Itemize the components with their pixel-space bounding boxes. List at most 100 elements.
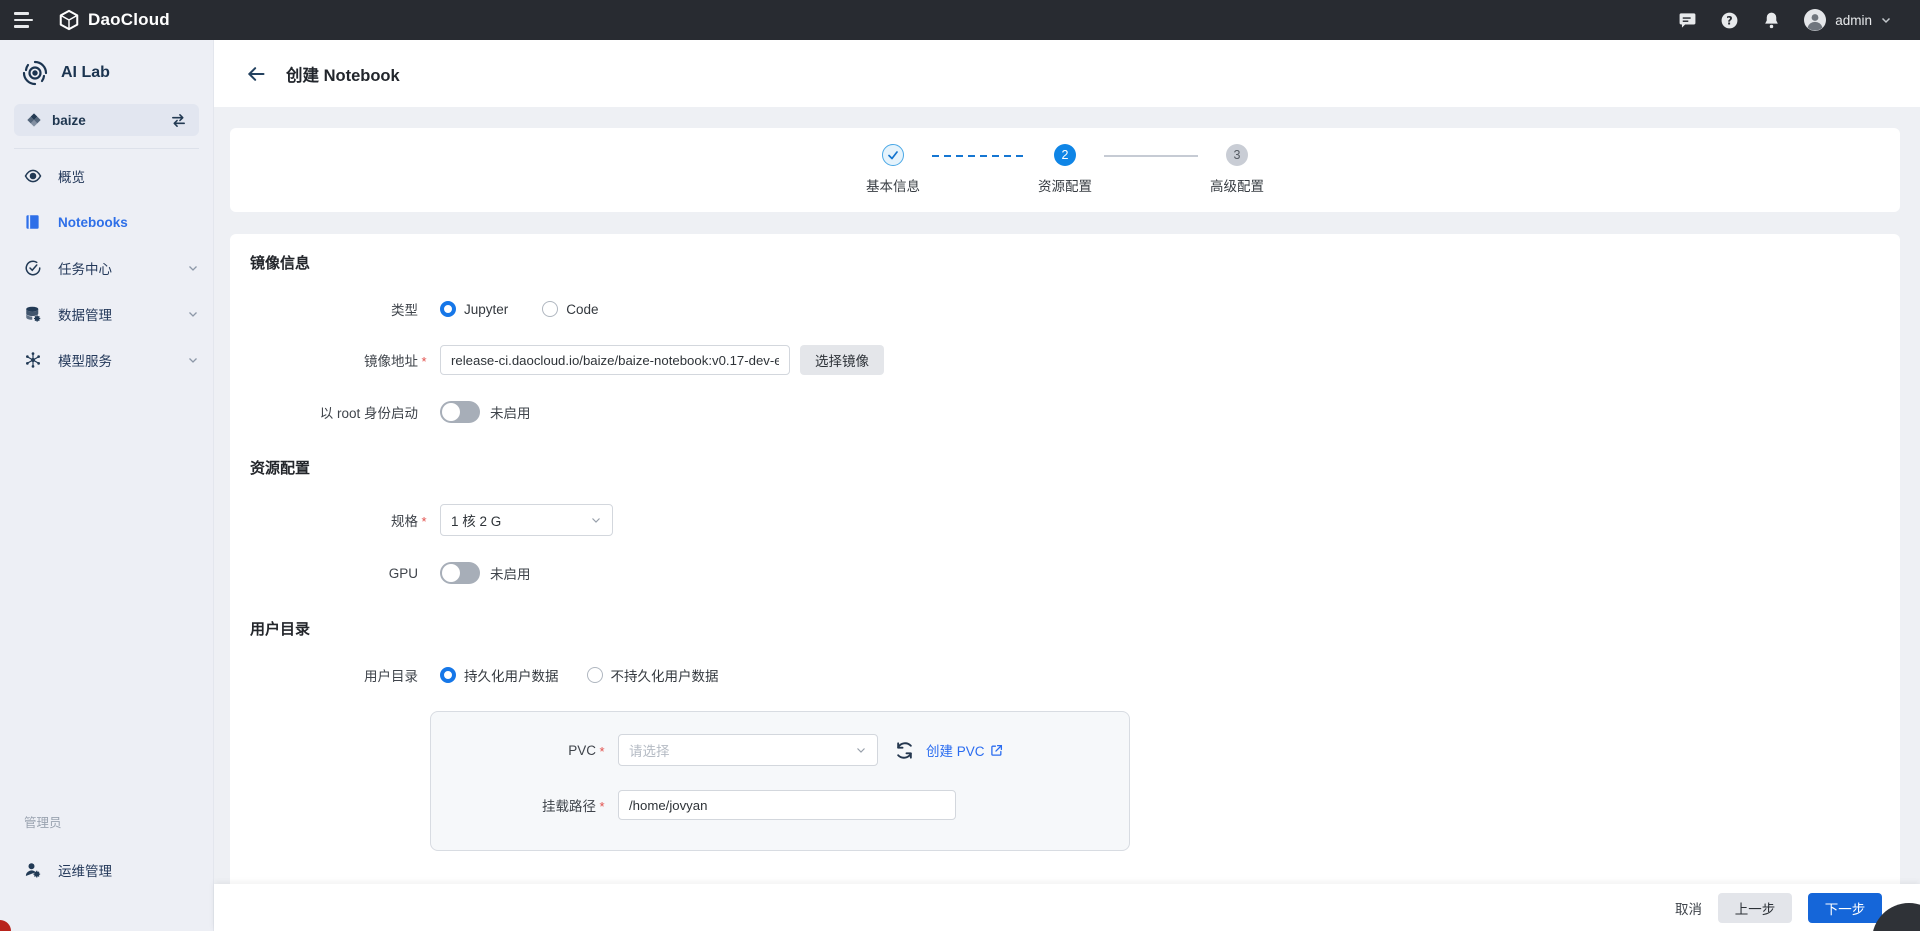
page-header: 创建 Notebook	[214, 40, 1920, 107]
sidebar-item-task-center[interactable]: 任务中心	[0, 245, 213, 291]
footer-action-bar: 取消 上一步 下一步	[214, 884, 1920, 931]
product-name: AI Lab	[61, 64, 110, 82]
radio-jupyter-label[interactable]: Jupyter	[464, 302, 508, 317]
radio-no-persist-data[interactable]	[587, 667, 603, 683]
sidebar-item-ops-management[interactable]: 运维管理	[0, 847, 213, 893]
sidebar-item-data-management[interactable]: 数据管理	[0, 291, 213, 337]
product-header: AI Lab	[0, 40, 213, 104]
step-number: 2	[1054, 144, 1076, 166]
switch-workspace-icon[interactable]	[170, 112, 187, 129]
sidebar-item-notebooks[interactable]: Notebooks	[0, 199, 213, 245]
sidebar-item-label: Notebooks	[58, 215, 199, 230]
daocloud-cube-icon	[58, 9, 80, 31]
radio-persist-data[interactable]	[440, 667, 456, 683]
scroll-area[interactable]: 基本信息 2 资源配置 3 高级配置 镜像信息 类型 *	[214, 107, 1920, 884]
step-label: 基本信息	[866, 175, 920, 195]
create-pvc-link-label: 创建 PVC	[926, 740, 985, 760]
model-nodes-icon	[24, 351, 42, 369]
pvc-select[interactable]: 请选择	[618, 734, 878, 766]
page-title: 创建 Notebook	[286, 62, 400, 86]
gpu-toggle-status: 未启用	[490, 563, 531, 583]
pvc-label: PVC	[431, 743, 596, 758]
admin-section-label: 管理员	[0, 812, 213, 831]
back-arrow-icon[interactable]	[244, 62, 268, 86]
section-title-image-info: 镜像信息	[250, 252, 1880, 273]
image-address-row: 镜像地址 * 选择镜像	[250, 345, 1880, 375]
avatar-icon	[1803, 8, 1827, 32]
help-icon[interactable]: ?	[1719, 10, 1739, 30]
admin-person-gear-icon	[24, 861, 42, 879]
notebook-form-card: 镜像信息 类型 * Jupyter Code 镜像地址 * 选择镜像	[230, 234, 1900, 884]
refresh-pvc-icon[interactable]	[894, 740, 914, 760]
image-address-input[interactable]	[440, 345, 790, 375]
svg-text:?: ?	[1726, 14, 1732, 27]
root-toggle[interactable]	[440, 401, 480, 423]
sidebar: AI Lab baize 概览 Notebooks 任务中心	[0, 40, 214, 931]
user-directory-row: 用户目录 * 持久化用户数据 不持久化用户数据	[250, 665, 1880, 685]
previous-step-button[interactable]: 上一步	[1718, 893, 1792, 923]
notebook-book-icon	[24, 213, 42, 231]
chevron-down-icon	[855, 744, 867, 756]
workspace-name: baize	[52, 113, 86, 128]
mount-path-label: 挂载路径	[431, 795, 596, 815]
root-toggle-status: 未启用	[490, 402, 531, 422]
notification-bell-icon[interactable]	[1761, 10, 1781, 30]
user-menu[interactable]: admin	[1803, 8, 1892, 32]
chevron-down-icon	[1880, 14, 1892, 26]
database-gear-icon	[24, 305, 42, 323]
section-title-resource-config: 资源配置	[250, 457, 1880, 478]
brand-name: DaoCloud	[88, 10, 170, 30]
radio-code[interactable]	[542, 301, 558, 317]
sidebar-item-label: 概览	[58, 166, 199, 186]
ai-lab-icon	[22, 60, 48, 86]
sidebar-item-model-services[interactable]: 模型服务	[0, 337, 213, 383]
cancel-button[interactable]: 取消	[1675, 898, 1702, 918]
pvc-panel: PVC * 请选择	[430, 711, 1130, 851]
menu-toggle-icon[interactable]	[0, 0, 40, 40]
eye-icon	[24, 167, 42, 185]
gpu-row: GPU * 未启用	[250, 562, 1880, 584]
type-row: 类型 * Jupyter Code	[250, 299, 1880, 319]
image-address-label: 镜像地址	[250, 350, 418, 370]
main-content: 创建 Notebook 基本信息 2 资源配置 3 高	[214, 40, 1920, 931]
sidebar-item-label: 运维管理	[58, 860, 199, 880]
step-resource-config: 2 资源配置	[1034, 144, 1096, 195]
step-connector	[1104, 155, 1198, 157]
step-number: 3	[1226, 144, 1248, 166]
spec-label: 规格	[250, 510, 418, 530]
step-done-check-icon	[882, 144, 904, 166]
required-star: *	[596, 799, 608, 814]
stepper: 基本信息 2 资源配置 3 高级配置	[230, 144, 1900, 195]
gpu-toggle[interactable]	[440, 562, 480, 584]
next-step-button[interactable]: 下一步	[1808, 893, 1882, 923]
spec-select-value: 1 核 2 G	[451, 510, 501, 530]
step-advanced-config: 3 高级配置	[1206, 144, 1268, 195]
mount-path-input[interactable]	[618, 790, 956, 820]
chevron-down-icon	[187, 354, 199, 366]
select-image-button[interactable]: 选择镜像	[800, 345, 884, 375]
pvc-row: PVC * 请选择	[431, 734, 1129, 766]
mount-path-row: 挂载路径 *	[431, 790, 1129, 820]
external-link-icon	[990, 744, 1003, 757]
workspace-selector[interactable]: baize	[14, 104, 199, 136]
chevron-down-icon	[187, 262, 199, 274]
user-directory-label: 用户目录	[250, 665, 418, 685]
create-pvc-link[interactable]: 创建 PVC	[926, 740, 1003, 760]
radio-jupyter[interactable]	[440, 301, 456, 317]
radio-no-persist-label[interactable]: 不持久化用户数据	[611, 665, 719, 685]
section-title-user-directory: 用户目录	[250, 618, 1880, 639]
feedback-icon[interactable]	[1677, 10, 1697, 30]
step-label: 资源配置	[1038, 175, 1092, 195]
sidebar-item-label: 数据管理	[58, 304, 171, 324]
spec-select[interactable]: 1 核 2 G	[440, 504, 613, 536]
sidebar-divider	[14, 148, 199, 149]
sidebar-item-overview[interactable]: 概览	[0, 153, 213, 199]
gpu-label: GPU	[250, 566, 418, 581]
radio-code-label[interactable]: Code	[566, 302, 598, 317]
sidebar-item-label: 任务中心	[58, 258, 171, 278]
username: admin	[1835, 13, 1872, 28]
radio-persist-label[interactable]: 持久化用户数据	[464, 665, 559, 685]
step-connector	[932, 155, 1026, 157]
workspace-diamond-icon	[26, 112, 42, 128]
task-check-circle-icon	[24, 259, 42, 277]
